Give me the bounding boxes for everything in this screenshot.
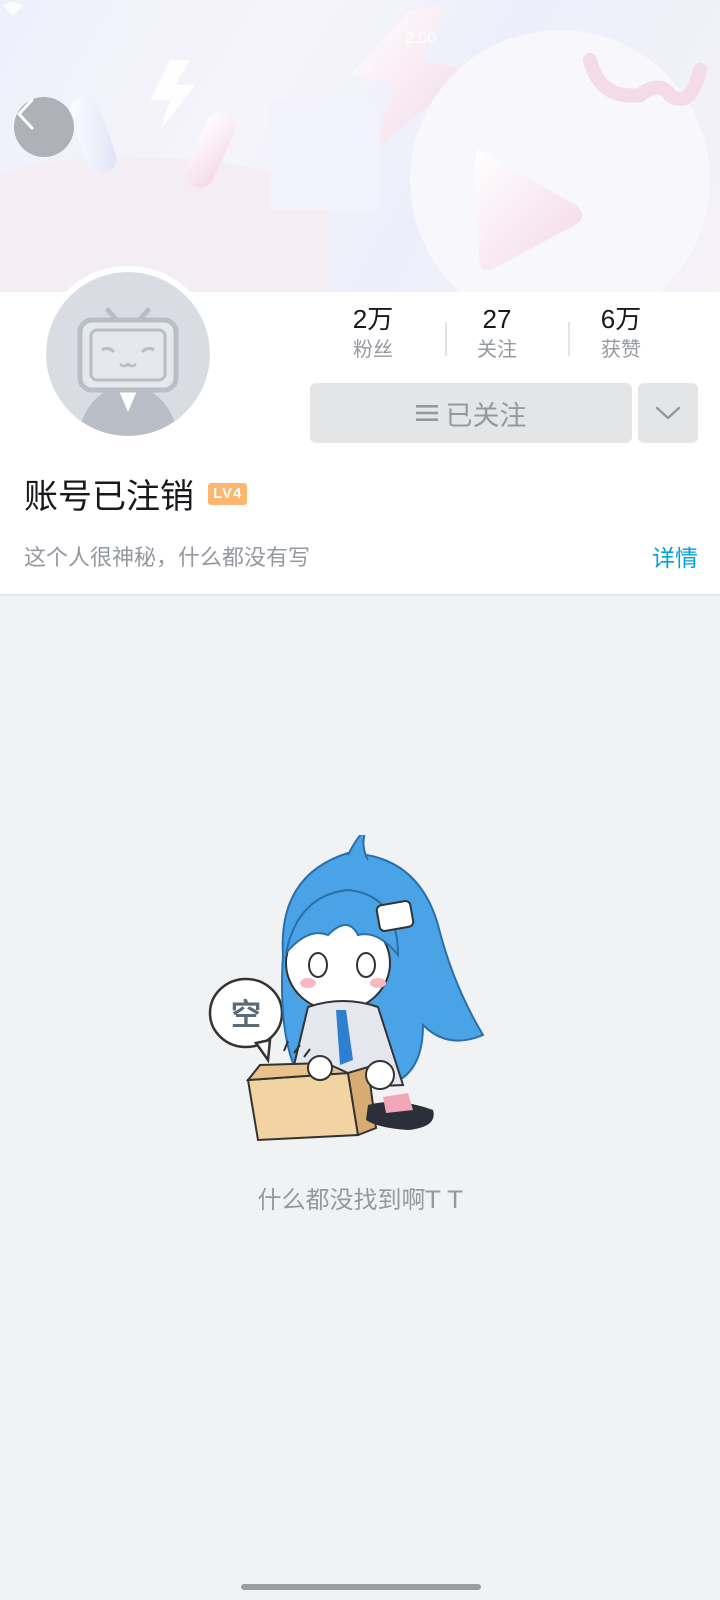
chevron-left-icon [17,98,34,130]
stat-likes-label: 获赞 [601,337,641,361]
username-row: 账号已注销 LV4 [24,469,248,518]
followed-button[interactable]: 已关注 [310,383,632,443]
more-options-button[interactable] [638,383,698,443]
bio-text: 这个人很神秘，什么都没有写 [24,546,311,571]
stat-fans-value: 2万 [352,304,394,334]
profile-card: 2万 粉丝 27 关注 6万 获赞 已关注 账号已注销 LV4 这个人很神秘，什… [0,272,720,596]
detail-link[interactable]: 详情 [652,539,698,573]
stat-following-value: 27 [482,304,512,334]
profile-banner: 2:00 [0,0,720,292]
stat-fans-label: 粉丝 [353,337,393,361]
speech-bubble-text: 空 [231,998,261,1033]
wifi-icon [3,2,23,16]
default-avatar-icon [46,272,210,436]
stat-following[interactable]: 27 关注 [442,302,552,362]
followed-button-label: 已关注 [445,400,527,432]
status-time: 2:00 [405,30,437,47]
stat-fans[interactable]: 2万 粉丝 [318,302,428,362]
stat-likes[interactable]: 6万 获赞 [566,302,676,362]
empty-state-message: 什么都没找到啊T T [257,1186,463,1214]
empty-state-illustration: 空 [208,835,485,1142]
avatar[interactable] [46,272,210,436]
menu-icon [415,405,438,421]
home-indicator[interactable] [241,1584,481,1590]
back-button[interactable] [14,97,74,157]
stat-following-label: 关注 [477,337,517,361]
chevron-down-icon [655,406,681,420]
level-badge: LV4 [208,482,248,505]
stats-row: 2万 粉丝 27 关注 6万 获赞 [318,302,718,372]
banner-artwork [0,5,710,292]
stat-likes-value: 6万 [600,304,642,334]
username: 账号已注销 [24,477,194,517]
